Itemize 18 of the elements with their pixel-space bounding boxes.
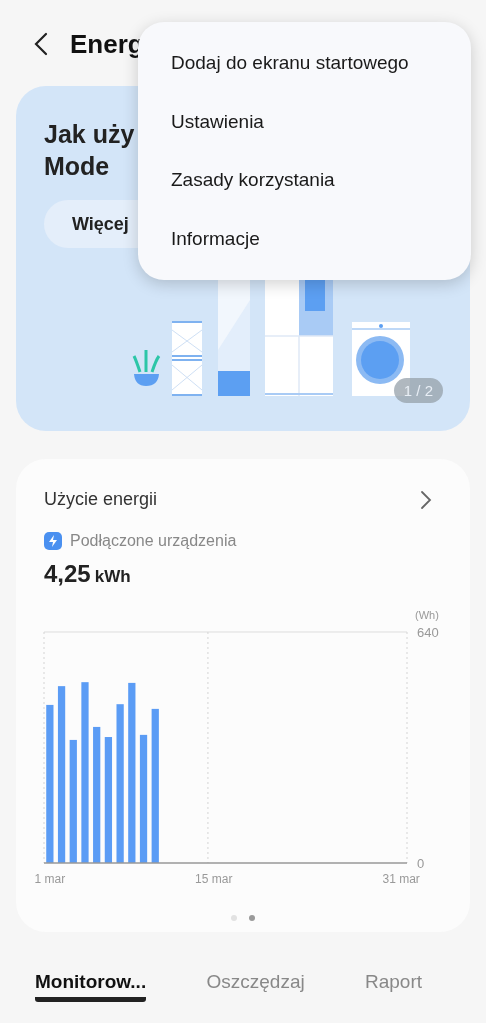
x-tick-label: 31 mar bbox=[382, 872, 420, 886]
page-indicator: 1 / 2 bbox=[393, 378, 443, 403]
axis-unit: (Wh) bbox=[415, 609, 439, 621]
page-dot[interactable] bbox=[231, 915, 237, 921]
y-tick-label: 0 bbox=[417, 856, 425, 871]
chevron-right-icon[interactable] bbox=[420, 489, 432, 510]
source-label: Podłączone urządzenia bbox=[70, 532, 237, 550]
x-tick-label: 1 mar bbox=[34, 872, 66, 886]
energy-unit: kWh bbox=[94, 567, 131, 587]
menu-item[interactable]: Ustawienia bbox=[138, 92, 471, 151]
energy-value: 4,25 bbox=[44, 560, 91, 588]
page-dot[interactable] bbox=[249, 915, 255, 921]
card-title: Użycie energii bbox=[44, 489, 158, 510]
tab[interactable]: Monitorow... bbox=[35, 966, 147, 1002]
x-tick-label: 15 mar bbox=[195, 872, 233, 886]
promo-title: Jak uży Mode bbox=[44, 119, 135, 182]
lightning-icon bbox=[44, 532, 62, 550]
y-tick-label: 640 bbox=[417, 625, 439, 640]
